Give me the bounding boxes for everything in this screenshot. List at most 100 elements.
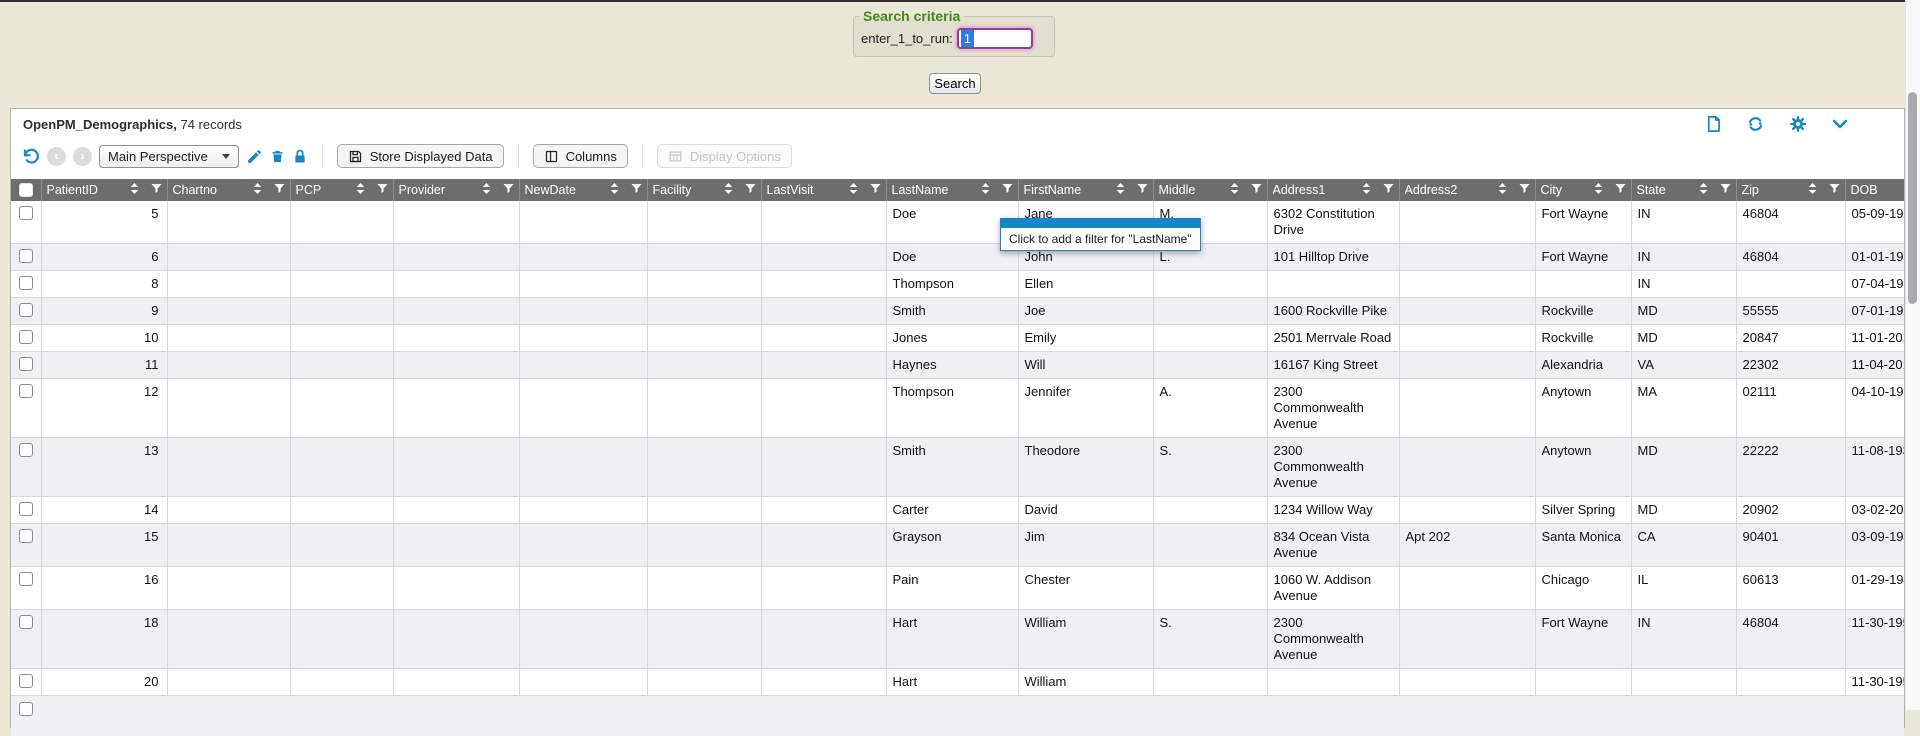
column-header-firstname[interactable]: FirstName xyxy=(1018,179,1153,201)
cell-chartno[interactable] xyxy=(167,325,290,352)
filter-icon[interactable] xyxy=(274,183,285,197)
column-header-lastname[interactable]: LastName xyxy=(886,179,1018,201)
cell-address1[interactable] xyxy=(1267,271,1399,298)
cell-state[interactable]: IN xyxy=(1631,271,1736,298)
cell-provider[interactable] xyxy=(393,325,519,352)
cell-pcp[interactable] xyxy=(290,244,393,271)
cell-pcp[interactable] xyxy=(290,669,393,696)
cell-address1[interactable]: 6302 Constitution Drive xyxy=(1267,201,1399,244)
cell-state[interactable]: CA xyxy=(1631,524,1736,567)
column-header-newdate[interactable]: NewDate xyxy=(519,179,647,201)
cell-provider[interactable] xyxy=(393,201,519,244)
sort-icon[interactable] xyxy=(1594,183,1603,197)
cell-chartno[interactable] xyxy=(167,610,290,669)
cell-middle[interactable] xyxy=(1153,271,1267,298)
cell-address1[interactable]: 101 Hilltop Drive xyxy=(1267,244,1399,271)
cell-address2[interactable] xyxy=(1399,567,1535,610)
cell-lastname[interactable]: Carter xyxy=(886,497,1018,524)
cell-patientid[interactable]: 9 xyxy=(41,298,167,325)
cell-patientid[interactable]: 10 xyxy=(41,325,167,352)
column-header-middle[interactable]: Middle xyxy=(1153,179,1267,201)
column-header-address2[interactable]: Address2 xyxy=(1399,179,1535,201)
cell-provider[interactable] xyxy=(393,567,519,610)
cell-provider[interactable] xyxy=(393,271,519,298)
column-header-zip[interactable]: Zip xyxy=(1736,179,1845,201)
column-header-city[interactable]: City xyxy=(1535,179,1631,201)
cell-address2[interactable] xyxy=(1399,271,1535,298)
cell-zip[interactable]: 60613 xyxy=(1736,567,1845,610)
cell-pcp[interactable] xyxy=(290,352,393,379)
undo-icon[interactable] xyxy=(21,147,40,166)
cell-patientid[interactable]: 11 xyxy=(41,352,167,379)
cell-newdate[interactable] xyxy=(519,524,647,567)
row-checkbox[interactable] xyxy=(19,615,33,629)
row-checkbox[interactable] xyxy=(19,529,33,543)
cell-firstname[interactable]: Will xyxy=(1018,352,1153,379)
cell-state[interactable]: IN xyxy=(1631,244,1736,271)
cell-newdate[interactable] xyxy=(519,352,647,379)
cell-provider[interactable] xyxy=(393,669,519,696)
cell-facility[interactable] xyxy=(647,669,761,696)
cell-zip[interactable]: 20902 xyxy=(1736,497,1845,524)
cell-lastname[interactable]: Doe xyxy=(886,201,1018,244)
cell-firstname[interactable]: David xyxy=(1018,497,1153,524)
cell-dob[interactable]: 03-02-2010 xyxy=(1845,497,1904,524)
cell-pcp[interactable] xyxy=(290,567,393,610)
row-checkbox[interactable] xyxy=(19,206,33,220)
cell-address2[interactable] xyxy=(1399,244,1535,271)
cell-patientid[interactable]: 14 xyxy=(41,497,167,524)
cell-facility[interactable] xyxy=(647,497,761,524)
cell-chartno[interactable] xyxy=(167,352,290,379)
column-header-facility[interactable]: Facility xyxy=(647,179,761,201)
cell-facility[interactable] xyxy=(647,271,761,298)
cell-lastvisit[interactable] xyxy=(761,567,886,610)
cell-address1[interactable]: 1234 Willow Way xyxy=(1267,497,1399,524)
cell-pcp[interactable] xyxy=(290,201,393,244)
cell-newdate[interactable] xyxy=(519,610,647,669)
cell-facility[interactable] xyxy=(647,325,761,352)
lock-icon[interactable] xyxy=(292,148,308,165)
filter-icon[interactable] xyxy=(1615,183,1626,197)
sort-icon[interactable] xyxy=(130,183,139,197)
cell-lastvisit[interactable] xyxy=(761,244,886,271)
cell-firstname[interactable]: Chester xyxy=(1018,567,1153,610)
cell-patientid[interactable]: 20 xyxy=(41,669,167,696)
cell-middle[interactable] xyxy=(1153,669,1267,696)
cell-middle[interactable] xyxy=(1153,524,1267,567)
cell-dob[interactable]: 11-08-1931 xyxy=(1845,438,1904,497)
cell-patientid[interactable]: 12 xyxy=(41,379,167,438)
gear-icon[interactable] xyxy=(1788,114,1808,134)
cell-lastname[interactable]: Hart xyxy=(886,669,1018,696)
cell-provider[interactable] xyxy=(393,379,519,438)
cell-lastname[interactable]: Doe xyxy=(886,244,1018,271)
cell-lastname[interactable]: Thompson xyxy=(886,271,1018,298)
row-checkbox[interactable] xyxy=(19,276,33,290)
cell-state[interactable]: MD xyxy=(1631,497,1736,524)
cell-address2[interactable] xyxy=(1399,610,1535,669)
cell-pcp[interactable] xyxy=(290,610,393,669)
cell-newdate[interactable] xyxy=(519,298,647,325)
cell-dob[interactable]: 07-01-1998 xyxy=(1845,298,1904,325)
cell-pcp[interactable] xyxy=(290,298,393,325)
cell-middle[interactable] xyxy=(1153,298,1267,325)
cell-state[interactable] xyxy=(1631,669,1736,696)
cell-dob[interactable]: 05-09-1937 xyxy=(1845,201,1904,244)
cell-facility[interactable] xyxy=(647,379,761,438)
sort-icon[interactable] xyxy=(1498,183,1507,197)
cell-middle[interactable]: A. xyxy=(1153,379,1267,438)
cell-state[interactable]: MD xyxy=(1631,298,1736,325)
cell-address1[interactable]: 16167 King Street xyxy=(1267,352,1399,379)
page-scrollbar-thumb[interactable] xyxy=(1908,92,1917,304)
cell-city[interactable]: Rockville xyxy=(1535,325,1631,352)
cell-patientid[interactable]: 5 xyxy=(41,201,167,244)
cell-address1[interactable] xyxy=(1267,669,1399,696)
column-header-pcp[interactable]: PCP xyxy=(290,179,393,201)
cell-firstname[interactable]: William xyxy=(1018,610,1153,669)
cell-firstname[interactable]: Joe xyxy=(1018,298,1153,325)
sort-icon[interactable] xyxy=(1362,183,1371,197)
cell-lastvisit[interactable] xyxy=(761,271,886,298)
column-header-state[interactable]: State xyxy=(1631,179,1736,201)
cell-middle[interactable]: S. xyxy=(1153,610,1267,669)
cell-dob[interactable]: 04-10-1978 xyxy=(1845,379,1904,438)
column-header-lastvisit[interactable]: LastVisit xyxy=(761,179,886,201)
